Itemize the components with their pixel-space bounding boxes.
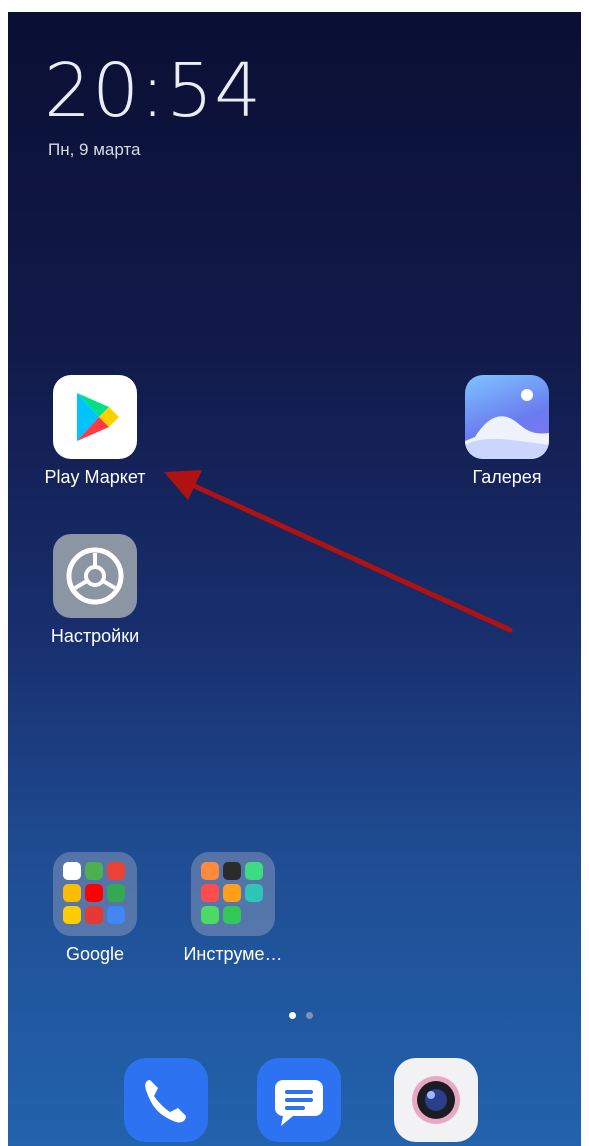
tools-folder-icon[interactable] (191, 852, 275, 936)
app-gallery[interactable]: Галерея (452, 375, 562, 488)
gear-icon[interactable] (53, 534, 137, 618)
app-label: Play Маркет (44, 467, 146, 487)
messages-icon[interactable] (257, 1058, 341, 1142)
app-settings[interactable]: Настройки (40, 534, 150, 647)
app-label: Настройки (50, 626, 140, 646)
google-folder-icon[interactable] (53, 852, 137, 936)
folder-google[interactable]: Google (40, 852, 150, 965)
gallery-icon[interactable] (465, 375, 549, 459)
page-indicator[interactable] (286, 1006, 316, 1024)
folder-tools[interactable]: Инструме… (178, 852, 288, 965)
folder-label: Google (65, 944, 125, 964)
google-play-icon[interactable] (53, 375, 137, 459)
home-screen: 20:54 Пн, 9 марта Play Маркет Галерея На… (8, 12, 581, 1146)
camera-icon[interactable] (394, 1058, 478, 1142)
date-label: Пн, 9 марта (48, 140, 141, 159)
phone-icon[interactable] (124, 1058, 208, 1142)
page-dot[interactable] (306, 1012, 314, 1019)
folder-label: Инструме… (183, 944, 283, 964)
page-dot-active[interactable] (289, 1012, 296, 1019)
clock[interactable]: 20:54 (44, 48, 262, 134)
app-label: Галерея (472, 467, 542, 487)
app-play-market[interactable]: Play Маркет (40, 375, 150, 488)
